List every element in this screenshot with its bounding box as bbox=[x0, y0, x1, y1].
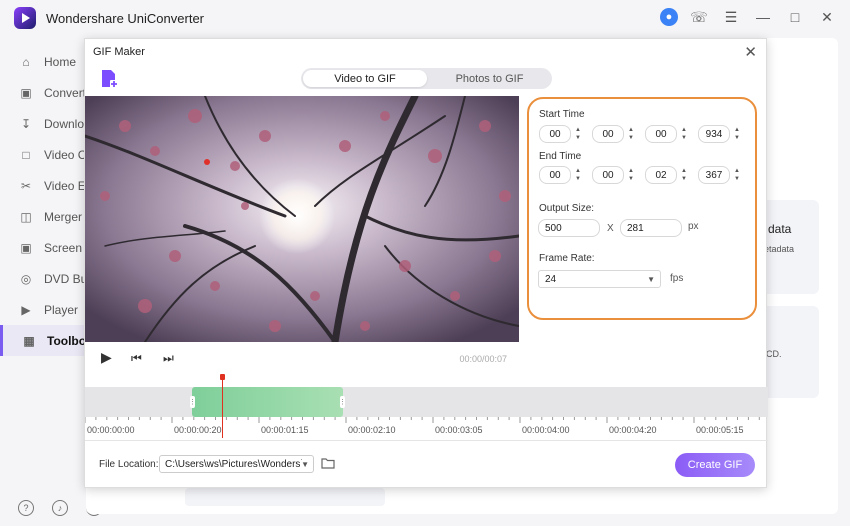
sidebar-item-converter[interactable]: ▣ Converter bbox=[0, 77, 96, 108]
start-minutes-stepper[interactable]: 00 ▲ ▼ bbox=[592, 125, 636, 143]
output-width-input[interactable]: 500 bbox=[538, 219, 600, 237]
background-bar bbox=[185, 488, 385, 506]
file-location-select[interactable]: C:\Users\ws\Pictures\Wondersh ▼ bbox=[159, 455, 314, 473]
window-controls: ● ☏ ☰ — □ ✕ bbox=[660, 6, 838, 28]
close-window-icon[interactable]: ✕ bbox=[816, 6, 838, 28]
stepper-arrows-icon[interactable]: ▲ ▼ bbox=[626, 166, 636, 184]
notification-icon[interactable]: ♪ bbox=[52, 500, 68, 516]
home-icon: ⌂ bbox=[22, 54, 30, 69]
divider bbox=[85, 440, 768, 441]
timeline-tick: 00:00:00:00 bbox=[87, 425, 135, 435]
sidebar-item-dvd-burner[interactable]: ◎ DVD Burner bbox=[0, 263, 109, 294]
playhead[interactable] bbox=[222, 376, 223, 438]
minimize-icon[interactable]: — bbox=[752, 6, 774, 28]
sidebar-item-video-compressor[interactable]: □Video Compressor bbox=[0, 139, 143, 170]
create-gif-button[interactable]: Create GIF bbox=[675, 453, 755, 477]
frame-rate-label: Frame Rate: bbox=[539, 253, 595, 264]
output-size-label: Output Size: bbox=[539, 203, 595, 214]
screen-recorder-icon: ▣ bbox=[20, 240, 32, 255]
tab-video-to-gif[interactable]: Video to GIF bbox=[303, 70, 427, 87]
stepper-arrows-icon[interactable]: ▲ ▼ bbox=[679, 125, 689, 143]
timeline-tick: 00:00:00:20 bbox=[174, 425, 222, 435]
timeline-tick: 00:00:05:15 bbox=[696, 425, 744, 435]
stepper-arrows-icon[interactable]: ▲ ▼ bbox=[732, 166, 742, 184]
frame-rate-select[interactable]: 24 ▼ bbox=[538, 270, 661, 288]
timeline-tick: 00:00:02:10 bbox=[348, 425, 396, 435]
end-seconds-stepper[interactable]: 02 ▲ ▼ bbox=[645, 166, 689, 184]
menu-icon[interactable]: ☰ bbox=[720, 6, 742, 28]
chevron-down-icon: ▼ bbox=[647, 274, 655, 284]
background-card-subtitle: etadata bbox=[764, 244, 795, 254]
previous-frame-icon[interactable]: ⏮ bbox=[131, 351, 142, 366]
folder-icon[interactable] bbox=[321, 456, 335, 470]
merger-icon: ◫ bbox=[20, 209, 32, 224]
start-time-label: Start Time bbox=[539, 109, 585, 120]
stepper-arrows-icon[interactable]: ▲ ▼ bbox=[573, 125, 583, 143]
timeline-tick: 00:00:03:05 bbox=[435, 425, 483, 435]
file-location-label: File Location: bbox=[99, 459, 159, 470]
timeline-tick: 00:00:04:00 bbox=[522, 425, 570, 435]
help-icon[interactable]: ? bbox=[18, 500, 34, 516]
timeline-tick: 00:00:01:15 bbox=[261, 425, 309, 435]
sidebar-item-video-editor[interactable]: ✂ Video Editor bbox=[0, 170, 109, 201]
gif-maker-dialog: GIF Maker ✕ Video to GIF Photos to GIF ▶… bbox=[84, 38, 768, 488]
frame-rate-unit: fps bbox=[670, 273, 684, 284]
stepper-arrows-icon[interactable]: ▲ ▼ bbox=[679, 166, 689, 184]
playhead-handle[interactable] bbox=[220, 374, 225, 380]
stepper-arrows-icon[interactable]: ▲ ▼ bbox=[626, 125, 636, 143]
video-preview bbox=[85, 96, 519, 342]
sidebar-item-downloader[interactable]: ↧ Downloader bbox=[0, 108, 108, 139]
next-frame-icon[interactable]: ⏭ bbox=[163, 351, 174, 366]
stepper-arrows-icon[interactable]: ▲ ▼ bbox=[732, 125, 742, 143]
gif-settings-panel: Start Time 00 ▲ ▼ 00 ▲ ▼ 00 ▲ ▼ 934 ▲ ▼ End Time… bbox=[527, 97, 757, 320]
end-milliseconds-stepper[interactable]: 367 ▲ ▼ bbox=[698, 166, 742, 184]
sidebar-item-home[interactable]: ⌂ Home bbox=[0, 46, 86, 77]
account-icon[interactable]: ● bbox=[660, 8, 678, 26]
start-milliseconds-stepper[interactable]: 934 ▲ ▼ bbox=[698, 125, 742, 143]
selection-start-handle[interactable]: ⋮ bbox=[189, 396, 196, 408]
download-icon: ↧ bbox=[20, 116, 32, 131]
start-seconds-stepper[interactable]: 00 ▲ ▼ bbox=[645, 125, 689, 143]
output-height-input[interactable]: 281 bbox=[620, 219, 682, 237]
selection-end-handle[interactable]: ⋮ bbox=[339, 396, 346, 408]
sidebar-item-merger[interactable]: ◫ Merger bbox=[0, 201, 86, 232]
player-icon: ▶ bbox=[21, 302, 31, 317]
playback-time: 00:00/00:07 bbox=[459, 354, 507, 364]
title-bar: Wondershare UniConverter ● ☏ ☰ — □ ✕ bbox=[0, 0, 850, 36]
chevron-down-icon: ▼ bbox=[301, 459, 309, 469]
toolbox-icon: ▦ bbox=[23, 333, 35, 348]
sidebar: ⌂Home ▣Converter ↧Downloader □Video Comp… bbox=[0, 36, 143, 526]
play-icon[interactable]: ▶ bbox=[101, 349, 112, 366]
size-unit: px bbox=[688, 221, 699, 232]
timeline-tick: 00:00:04:20 bbox=[609, 425, 657, 435]
timeline-ruler bbox=[85, 417, 760, 423]
start-hours-stepper[interactable]: 00 ▲ ▼ bbox=[539, 125, 583, 143]
background-card-title: data bbox=[768, 222, 792, 236]
dialog-title: GIF Maker bbox=[93, 46, 145, 58]
mode-switch: Video to GIF Photos to GIF bbox=[301, 68, 552, 89]
add-file-icon[interactable] bbox=[99, 69, 119, 89]
background-card-subtitle: CD. bbox=[766, 349, 782, 359]
stepper-arrows-icon[interactable]: ▲ ▼ bbox=[573, 166, 583, 184]
timeline-selection[interactable] bbox=[192, 387, 343, 417]
size-separator: X bbox=[607, 223, 614, 234]
timeline-track[interactable] bbox=[85, 387, 768, 417]
close-icon[interactable]: ✕ bbox=[744, 43, 757, 61]
dvd-icon: ◎ bbox=[20, 271, 32, 286]
end-time-label: End Time bbox=[539, 151, 582, 162]
end-minutes-stepper[interactable]: 00 ▲ ▼ bbox=[592, 166, 636, 184]
sidebar-item-screen-recorder[interactable]: ▣Screen Recorder bbox=[0, 232, 134, 263]
converter-icon: ▣ bbox=[20, 85, 32, 100]
end-hours-stepper[interactable]: 00 ▲ ▼ bbox=[539, 166, 583, 184]
sidebar-item-toolbox[interactable]: ▦ Toolbox bbox=[0, 325, 93, 356]
app-logo bbox=[14, 7, 36, 29]
support-icon[interactable]: ☏ bbox=[688, 6, 710, 28]
sidebar-item-player[interactable]: ▶ Player bbox=[0, 294, 86, 325]
maximize-icon[interactable]: □ bbox=[784, 6, 806, 28]
compress-icon: □ bbox=[22, 147, 30, 162]
player-controls: ▶ ⏮ ⏭ 00:00/00:07 bbox=[85, 342, 519, 375]
app-title: Wondershare UniConverter bbox=[46, 11, 204, 26]
scissors-icon: ✂ bbox=[20, 178, 32, 193]
tab-photos-to-gif[interactable]: Photos to GIF bbox=[429, 70, 550, 87]
